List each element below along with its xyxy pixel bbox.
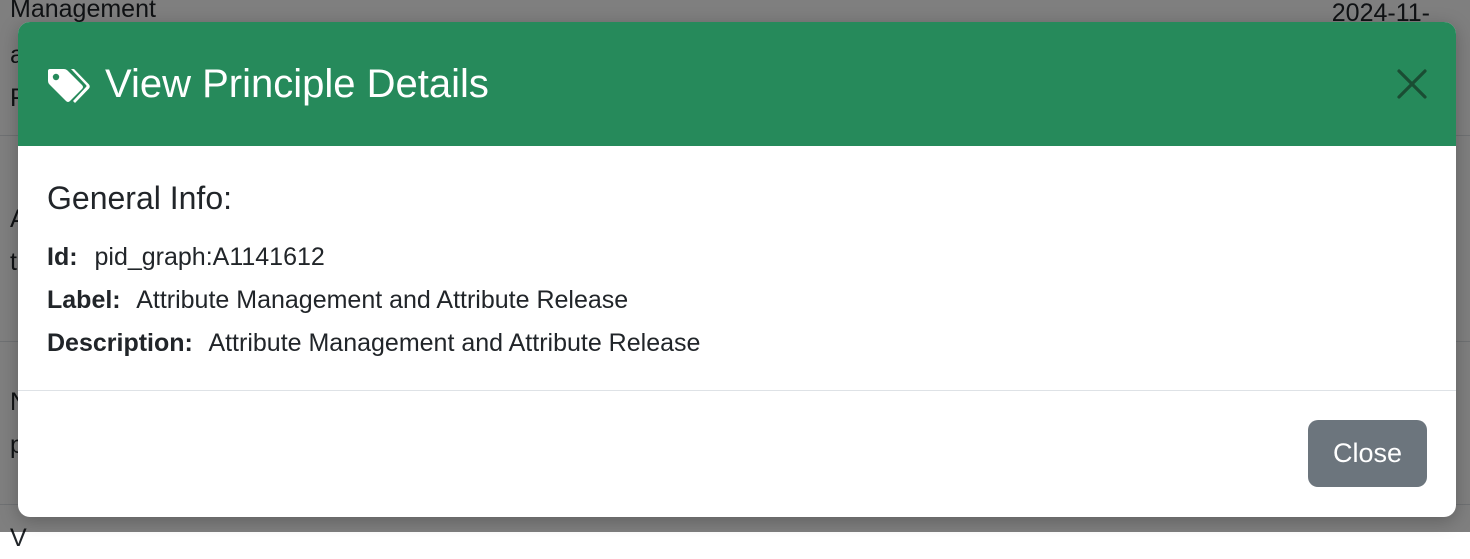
field-key: Id: [47,243,78,271]
field-key: Label: [47,286,121,314]
close-button[interactable]: Close [1308,420,1427,487]
modal-body: General Info: Id: pid_graph:A1141612 Lab… [18,146,1456,391]
field-value: Attribute Management and Attribute Relea… [208,329,701,357]
info-line-description: Description: Attribute Management and At… [47,322,1427,365]
close-icon[interactable] [1396,68,1428,100]
modal-footer: Close [18,391,1456,517]
modal-title: View Principle Details [105,62,489,106]
info-line-label: Label: Attribute Management and Attribut… [47,279,1427,322]
principle-details-modal: View Principle Details General Info: Id:… [18,22,1456,517]
info-line-id: Id: pid_graph:A1141612 [47,236,1427,279]
field-value: Attribute Management and Attribute Relea… [136,286,629,314]
field-value: pid_graph:A1141612 [94,243,325,271]
modal-header: View Principle Details [18,22,1456,146]
section-title: General Info: [47,180,232,216]
field-key: Description: [47,329,193,357]
tags-icon [48,69,90,103]
